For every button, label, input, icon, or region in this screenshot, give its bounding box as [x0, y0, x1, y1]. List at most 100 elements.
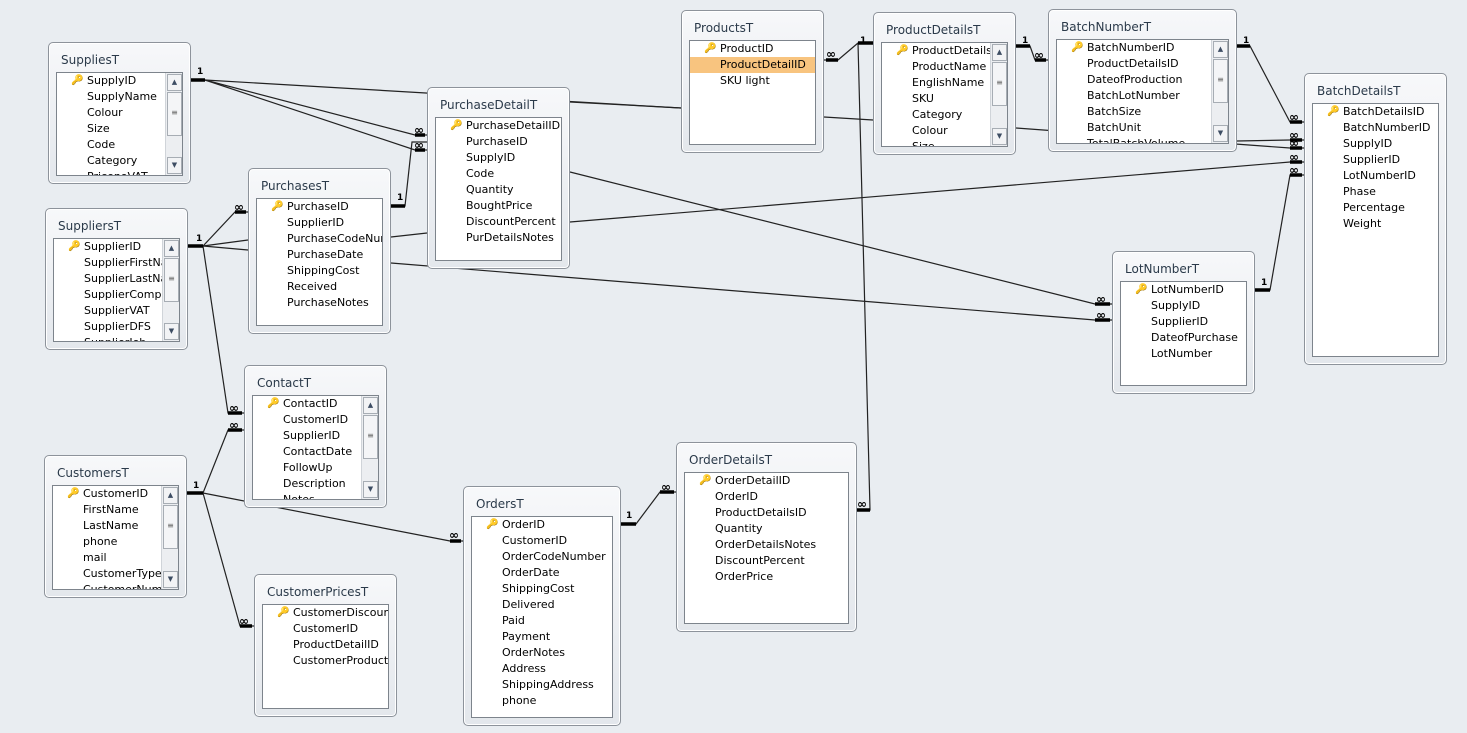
field-item[interactable]: Size	[882, 139, 1007, 146]
field-item[interactable]: 🔑 LotNumberID	[1121, 282, 1246, 298]
field-item[interactable]: 🔑 ContactID	[253, 396, 378, 412]
scrollbar[interactable]: ▲ ≡ ▼	[161, 486, 178, 589]
field-item[interactable]: ProductName	[882, 59, 1007, 75]
field-item[interactable]: SupplierLastName	[54, 271, 179, 287]
table-title[interactable]: BatchDetailsT	[1317, 84, 1400, 98]
table-contactt[interactable]: ContactT 🔑 ContactID CustomerID SupplierID Co…	[244, 365, 387, 508]
field-item[interactable]: SupplierID	[1121, 314, 1246, 330]
table-title[interactable]: SuppliesT	[61, 53, 119, 67]
table-title[interactable]: ProductDetailsT	[886, 23, 981, 37]
field-item[interactable]: Code	[436, 166, 561, 182]
field-item[interactable]: SupplierFirstName	[54, 255, 179, 271]
table-supplierst[interactable]: SuppliersT 🔑 SupplierID SupplierFirstName Su…	[45, 208, 188, 350]
field-item[interactable]: 🔑 SupplyID	[57, 73, 182, 89]
field-item[interactable]: SupplierID	[257, 215, 382, 231]
field-item[interactable]: OrderID	[685, 489, 848, 505]
scroll-thumb[interactable]: ≡	[363, 415, 378, 459]
table-title[interactable]: OrdersT	[476, 497, 524, 511]
field-item[interactable]: 🔑 OrderID	[472, 517, 612, 533]
field-item[interactable]: LotNumberID	[1313, 168, 1438, 184]
scroll-down-icon[interactable]: ▼	[167, 157, 182, 174]
field-item[interactable]: OrderCodeNumber	[472, 549, 612, 565]
field-item[interactable]: OrderDetailsNotes	[685, 537, 848, 553]
table-batchnumbert[interactable]: BatchNumberT 🔑 BatchNumberID ProductDetails…	[1048, 9, 1237, 152]
table-customerpricest[interactable]: CustomerPricesT🔑CustomerDiscountsIDCusto…	[254, 574, 397, 717]
field-item[interactable]: CustomerID	[472, 533, 612, 549]
table-title[interactable]: CustomerPricesT	[267, 585, 368, 599]
table-suppliest[interactable]: SuppliesT 🔑 SupplyID SupplyName Colour Size Co…	[48, 42, 191, 184]
field-item[interactable]: phone	[53, 534, 178, 550]
field-item[interactable]: FollowUp	[253, 460, 378, 476]
field-item[interactable]: ProductDetailID	[263, 637, 388, 653]
field-item[interactable]: EnglishName	[882, 75, 1007, 91]
field-item[interactable]: SupplierID	[253, 428, 378, 444]
field-item[interactable]: Payment	[472, 629, 612, 645]
table-customerst[interactable]: CustomersT 🔑 CustomerID FirstName LastName ph…	[44, 455, 187, 598]
field-item[interactable]: TotalBatchVolume	[1057, 136, 1228, 143]
table-title[interactable]: PurchasesT	[261, 179, 329, 193]
field-item[interactable]: DiscountPercent	[436, 214, 561, 230]
field-item[interactable]: SupplierCompany	[54, 287, 179, 303]
table-lotnumbert[interactable]: LotNumberT 🔑 LotNumberID SupplyID SupplierID…	[1112, 251, 1255, 394]
scroll-up-icon[interactable]: ▲	[164, 240, 179, 257]
table-title[interactable]: ProductsT	[694, 21, 753, 35]
scroll-up-icon[interactable]: ▲	[363, 397, 378, 414]
field-item[interactable]: Quantity	[436, 182, 561, 198]
field-item[interactable]: PurchaseDate	[257, 247, 382, 263]
scroll-down-icon[interactable]: ▼	[1213, 125, 1228, 142]
field-item[interactable]: Category	[57, 153, 182, 169]
scroll-thumb[interactable]: ≡	[992, 62, 1007, 106]
field-item[interactable]: ContactDate	[253, 444, 378, 460]
field-item[interactable]: OrderNotes	[472, 645, 612, 661]
scroll-down-icon[interactable]: ▼	[164, 323, 179, 340]
field-item[interactable]: LastName	[53, 518, 178, 534]
scroll-up-icon[interactable]: ▲	[992, 44, 1007, 61]
field-item[interactable]: 🔑 PurchaseID	[257, 199, 382, 215]
field-item[interactable]: Phase	[1313, 184, 1438, 200]
field-item[interactable]: 🔑 OrderDetailID	[685, 473, 848, 489]
field-item[interactable]: Category	[882, 107, 1007, 123]
table-title[interactable]: BatchNumberT	[1061, 20, 1151, 34]
field-item[interactable]: 🔑 BatchDetailsID	[1313, 104, 1438, 120]
table-purchasest[interactable]: PurchasesT 🔑 PurchaseID SupplierID PurchaseC…	[248, 168, 391, 334]
scroll-thumb[interactable]: ≡	[1213, 59, 1228, 103]
table-productdetailst[interactable]: ProductDetailsT 🔑 ProductDetailsID ProductN…	[873, 12, 1016, 155]
field-item[interactable]: Size	[57, 121, 182, 137]
field-item[interactable]: BoughtPrice	[436, 198, 561, 214]
field-item[interactable]: SupplierID	[1313, 152, 1438, 168]
field-item[interactable]: DiscountPercent	[685, 553, 848, 569]
field-item[interactable]: CustomerID	[253, 412, 378, 428]
field-item[interactable]: Notes	[253, 492, 378, 499]
table-title[interactable]: PurchaseDetailT	[440, 98, 537, 112]
field-item[interactable]: SupplierDFS	[54, 319, 179, 335]
field-item[interactable]: 🔑 ProductDetailsID	[882, 43, 1007, 59]
scroll-up-icon[interactable]: ▲	[1213, 41, 1228, 58]
field-item[interactable]: ShippingCost	[472, 581, 612, 597]
field-item[interactable]: Received	[257, 279, 382, 295]
field-item[interactable]: ShippingCost	[257, 263, 382, 279]
field-item[interactable]: BatchNumberID	[1313, 120, 1438, 136]
field-item[interactable]: DateofPurchase	[1121, 330, 1246, 346]
field-item[interactable]: Quantity	[685, 521, 848, 537]
field-item[interactable]: 🔑 SupplierID	[54, 239, 179, 255]
field-item[interactable]: SupplyID	[436, 150, 561, 166]
field-item[interactable]: SupplierJob	[54, 335, 179, 341]
scroll-down-icon[interactable]: ▼	[992, 128, 1007, 145]
field-item[interactable]: OrderPrice	[685, 569, 848, 585]
field-item[interactable]: CustomerProductDiscount	[263, 653, 388, 669]
field-item[interactable]: SupplyName	[57, 89, 182, 105]
table-title[interactable]: CustomersT	[57, 466, 129, 480]
field-item[interactable]: DateofProduction	[1057, 72, 1228, 88]
table-title[interactable]: OrderDetailsT	[689, 453, 772, 467]
field-item[interactable]: BatchLotNumber	[1057, 88, 1228, 104]
field-item[interactable]: ProductDetailsID	[685, 505, 848, 521]
scroll-down-icon[interactable]: ▼	[363, 481, 378, 498]
field-item[interactable]: 🔑 PurchaseDetailID	[436, 118, 561, 134]
field-item[interactable]: Colour	[57, 105, 182, 121]
field-item[interactable]: 🔑 BatchNumberID	[1057, 40, 1228, 56]
field-item[interactable]: Weight	[1313, 216, 1438, 232]
table-orderst[interactable]: OrdersT 🔑 OrderID CustomerID OrderCodeNumber…	[463, 486, 621, 726]
scroll-up-icon[interactable]: ▲	[163, 487, 178, 504]
field-item[interactable]: CustomerID	[263, 621, 388, 637]
field-item[interactable]: Colour	[882, 123, 1007, 139]
